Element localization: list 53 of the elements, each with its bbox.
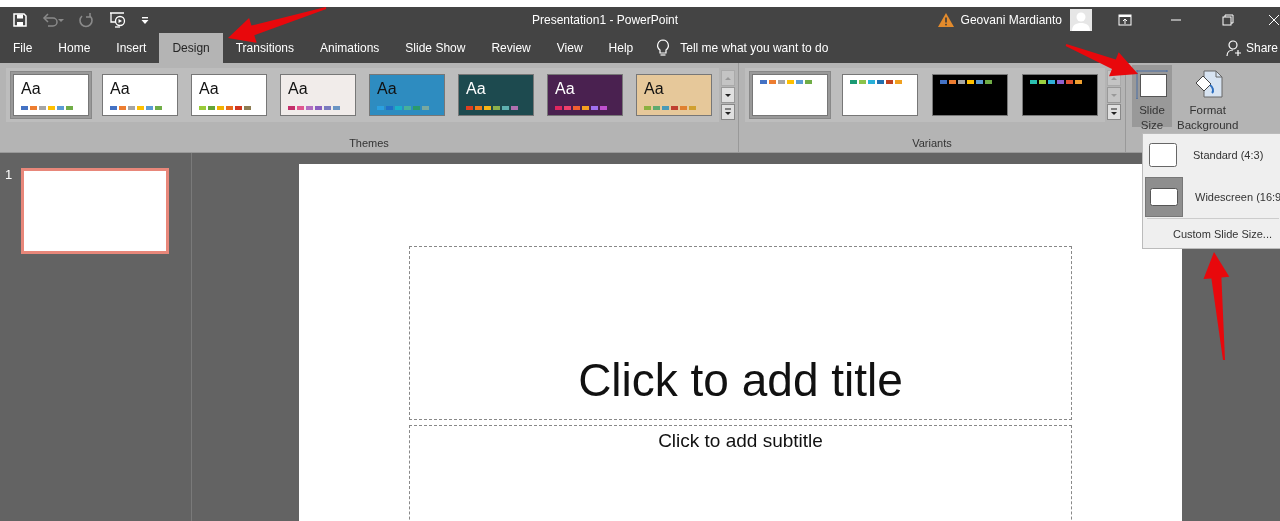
more-icon[interactable] bbox=[1107, 104, 1121, 120]
user-name[interactable]: Geovani Mardianto bbox=[960, 13, 1062, 27]
slide-size-icon bbox=[1135, 69, 1169, 99]
ribbon-tab[interactable]: File bbox=[0, 33, 46, 63]
group-label: Themes bbox=[348, 137, 390, 151]
standard-slide-icon bbox=[1149, 143, 1177, 167]
theme-thumbnail[interactable]: Aa bbox=[10, 71, 92, 119]
slide-size-button[interactable]: Slide Size bbox=[1132, 65, 1172, 127]
scroll-down-icon[interactable] bbox=[721, 87, 735, 103]
variant-thumbnail[interactable] bbox=[749, 71, 831, 119]
redo-icon[interactable] bbox=[78, 12, 94, 28]
theme-thumbnail[interactable]: Aa bbox=[99, 71, 181, 119]
subtitle-placeholder[interactable]: Click to add subtitle bbox=[409, 425, 1072, 521]
restore-icon[interactable] bbox=[1222, 14, 1234, 26]
lightbulb-icon bbox=[656, 39, 671, 57]
variant-thumbnail[interactable] bbox=[1019, 71, 1101, 119]
ribbon-tab[interactable]: Insert bbox=[103, 33, 160, 63]
title-placeholder[interactable]: Click to add title bbox=[409, 246, 1072, 420]
ribbon-tab[interactable]: Home bbox=[45, 33, 104, 63]
menu-item[interactable]: Widescreen (16:9 bbox=[1143, 176, 1280, 218]
group-label: Variants bbox=[911, 137, 953, 151]
variant-thumbnail[interactable] bbox=[839, 71, 921, 119]
slide-thumbnail[interactable] bbox=[21, 168, 170, 254]
ribbon-tab[interactable]: View bbox=[543, 33, 596, 63]
ribbon-tab[interactable]: Review bbox=[478, 33, 544, 63]
ribbon-tab[interactable]: Animations bbox=[307, 33, 393, 63]
ribbon-tab[interactable]: Slide Show bbox=[392, 33, 479, 63]
theme-thumbnail[interactable]: Aa bbox=[188, 71, 270, 119]
warning-icon bbox=[936, 12, 955, 28]
share-button[interactable]: Share bbox=[1221, 39, 1280, 57]
slide-number: 1 bbox=[5, 167, 13, 184]
menu-item[interactable]: Standard (4:3) bbox=[1143, 134, 1280, 176]
theme-thumbnail[interactable]: Aa bbox=[366, 71, 448, 119]
more-icon[interactable] bbox=[721, 104, 735, 120]
theme-thumbnail[interactable]: Aa bbox=[277, 71, 359, 119]
theme-thumbnail[interactable]: Aa bbox=[544, 71, 626, 119]
ribbon-tab[interactable]: Design bbox=[159, 33, 223, 63]
search-field[interactable]: Tell me what you want to do bbox=[656, 39, 911, 57]
theme-thumbnail[interactable]: Aa bbox=[633, 71, 715, 119]
undo-icon[interactable] bbox=[42, 12, 64, 28]
custom-size-link[interactable]: Custom Slide Size... bbox=[1147, 218, 1279, 248]
presentation-icon[interactable] bbox=[108, 11, 126, 29]
close-icon[interactable] bbox=[1268, 14, 1280, 26]
customize-menu-icon[interactable] bbox=[140, 14, 150, 26]
widescreen-slide-icon bbox=[1150, 188, 1178, 206]
person-add-icon bbox=[1225, 39, 1242, 57]
window-title: Presentation1 - PowerPoint bbox=[532, 13, 680, 27]
variant-thumbnail[interactable] bbox=[929, 71, 1011, 119]
theme-thumbnail[interactable]: Aa bbox=[455, 71, 537, 119]
ribbon-tab[interactable]: Help bbox=[595, 33, 647, 63]
ribbon-tab[interactable]: Transitions bbox=[222, 33, 307, 63]
save-icon[interactable] bbox=[12, 12, 28, 28]
ribbon-display-icon[interactable] bbox=[1118, 14, 1132, 26]
